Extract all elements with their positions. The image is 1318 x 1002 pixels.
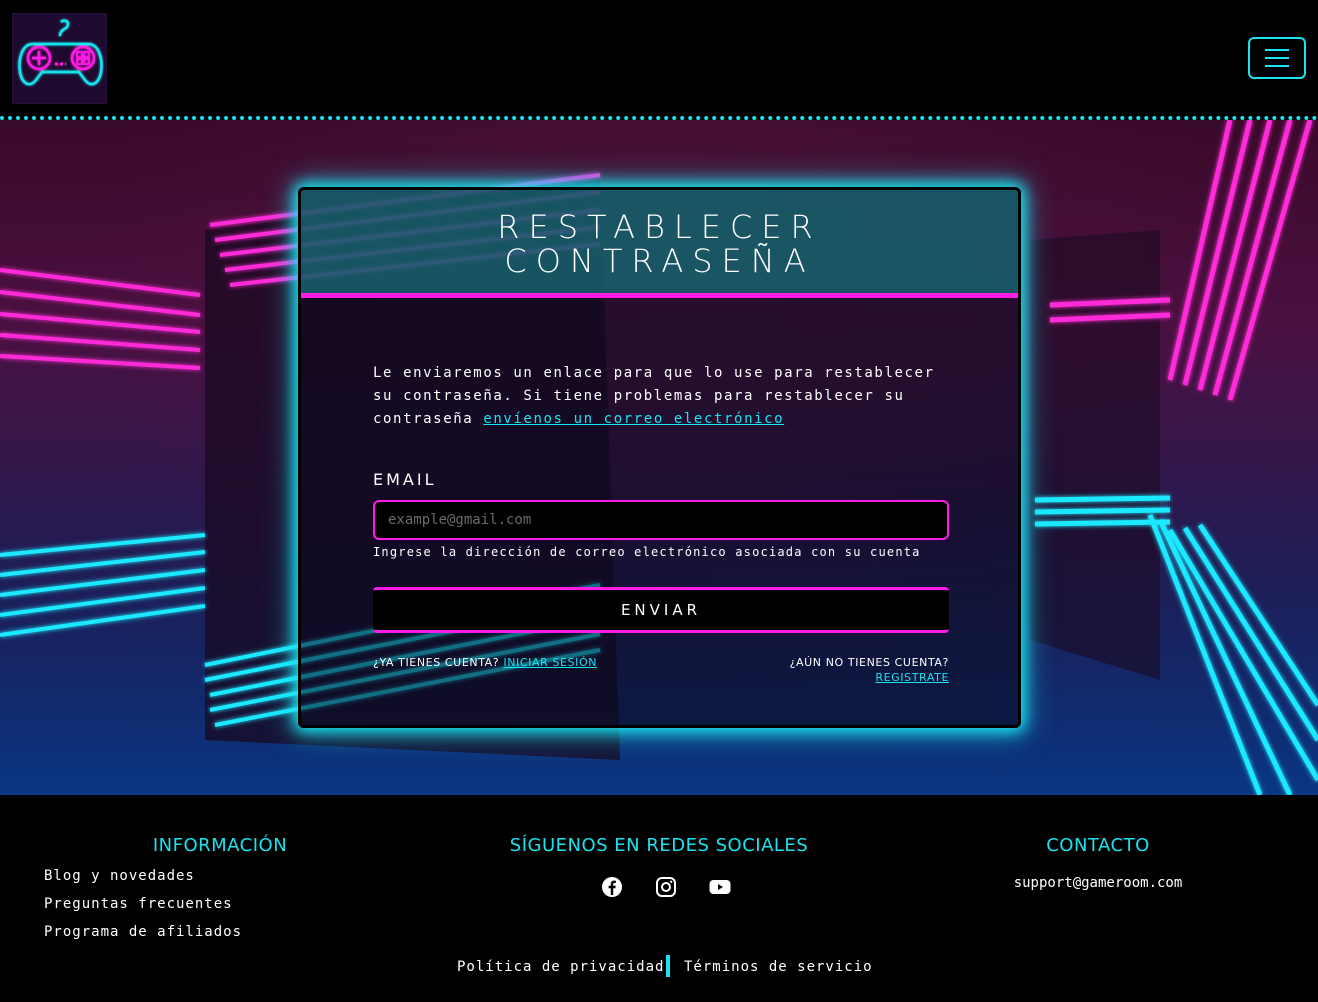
email-label: EMAIL — [373, 470, 437, 489]
email-help-text: Ingrese la dirección de correo electróni… — [373, 545, 921, 559]
gamepad-logo-icon[interactable] — [12, 13, 107, 104]
card-header: RESTABLECER CONTRASEÑA — [301, 190, 1018, 298]
title-line: CONTRASEÑA — [504, 242, 815, 280]
login-prompt: ¿YA TIENES CUENTA? INICIAR SESIÓN — [373, 655, 613, 670]
register-link[interactable]: REGISTRATE — [875, 671, 949, 684]
email-input[interactable] — [373, 500, 949, 540]
reset-instructions: Le enviaremos un enlace para que lo use … — [373, 362, 953, 431]
instagram-icon[interactable] — [654, 875, 678, 899]
contact-heading: CONTACTO — [1046, 835, 1150, 856]
site-header — [0, 0, 1318, 120]
contact-email[interactable]: support@gameroom.com — [960, 875, 1236, 891]
email-support-link[interactable]: envíenos un correo electrónico — [483, 411, 784, 427]
register-prompt-text: ¿AÚN NO TIENES CUENTA? — [789, 656, 949, 669]
login-prompt-text: ¿YA TIENES CUENTA? — [373, 656, 504, 669]
hamburger-line — [1265, 49, 1289, 51]
site-footer: INFORMACIÓN Blog y novedades Preguntas f… — [0, 795, 1318, 1002]
info-heading: INFORMACIÓN — [152, 835, 288, 856]
hamburger-line — [1265, 65, 1289, 67]
privacy-link[interactable]: Política de privacidad — [457, 959, 664, 975]
hamburger-line — [1265, 57, 1289, 59]
login-link[interactable]: INICIAR SESIÓN — [503, 656, 597, 669]
hamburger-menu-button[interactable] — [1248, 37, 1306, 79]
register-prompt: ¿AÚN NO TIENES CUENTA? REGISTRATE — [701, 655, 949, 685]
title-line: RESTABLECER — [497, 208, 822, 246]
footer-separator — [666, 955, 670, 977]
reset-password-card: RESTABLECER CONTRASEÑA Le enviaremos un … — [298, 187, 1021, 728]
social-heading: SÍGUENOS EN REDES SOCIALES — [509, 835, 809, 856]
facebook-icon[interactable] — [600, 875, 624, 899]
page-title: RESTABLECER CONTRASEÑA — [301, 210, 1018, 278]
submit-button[interactable]: ENVIAR — [373, 587, 949, 633]
footer-link-affiliates[interactable]: Programa de afiliados — [44, 924, 242, 940]
footer-link-faq[interactable]: Preguntas frecuentes — [44, 896, 233, 912]
youtube-icon[interactable] — [708, 875, 732, 899]
footer-link-blog[interactable]: Blog y novedades — [44, 868, 195, 884]
terms-link[interactable]: Términos de servicio — [684, 959, 873, 975]
